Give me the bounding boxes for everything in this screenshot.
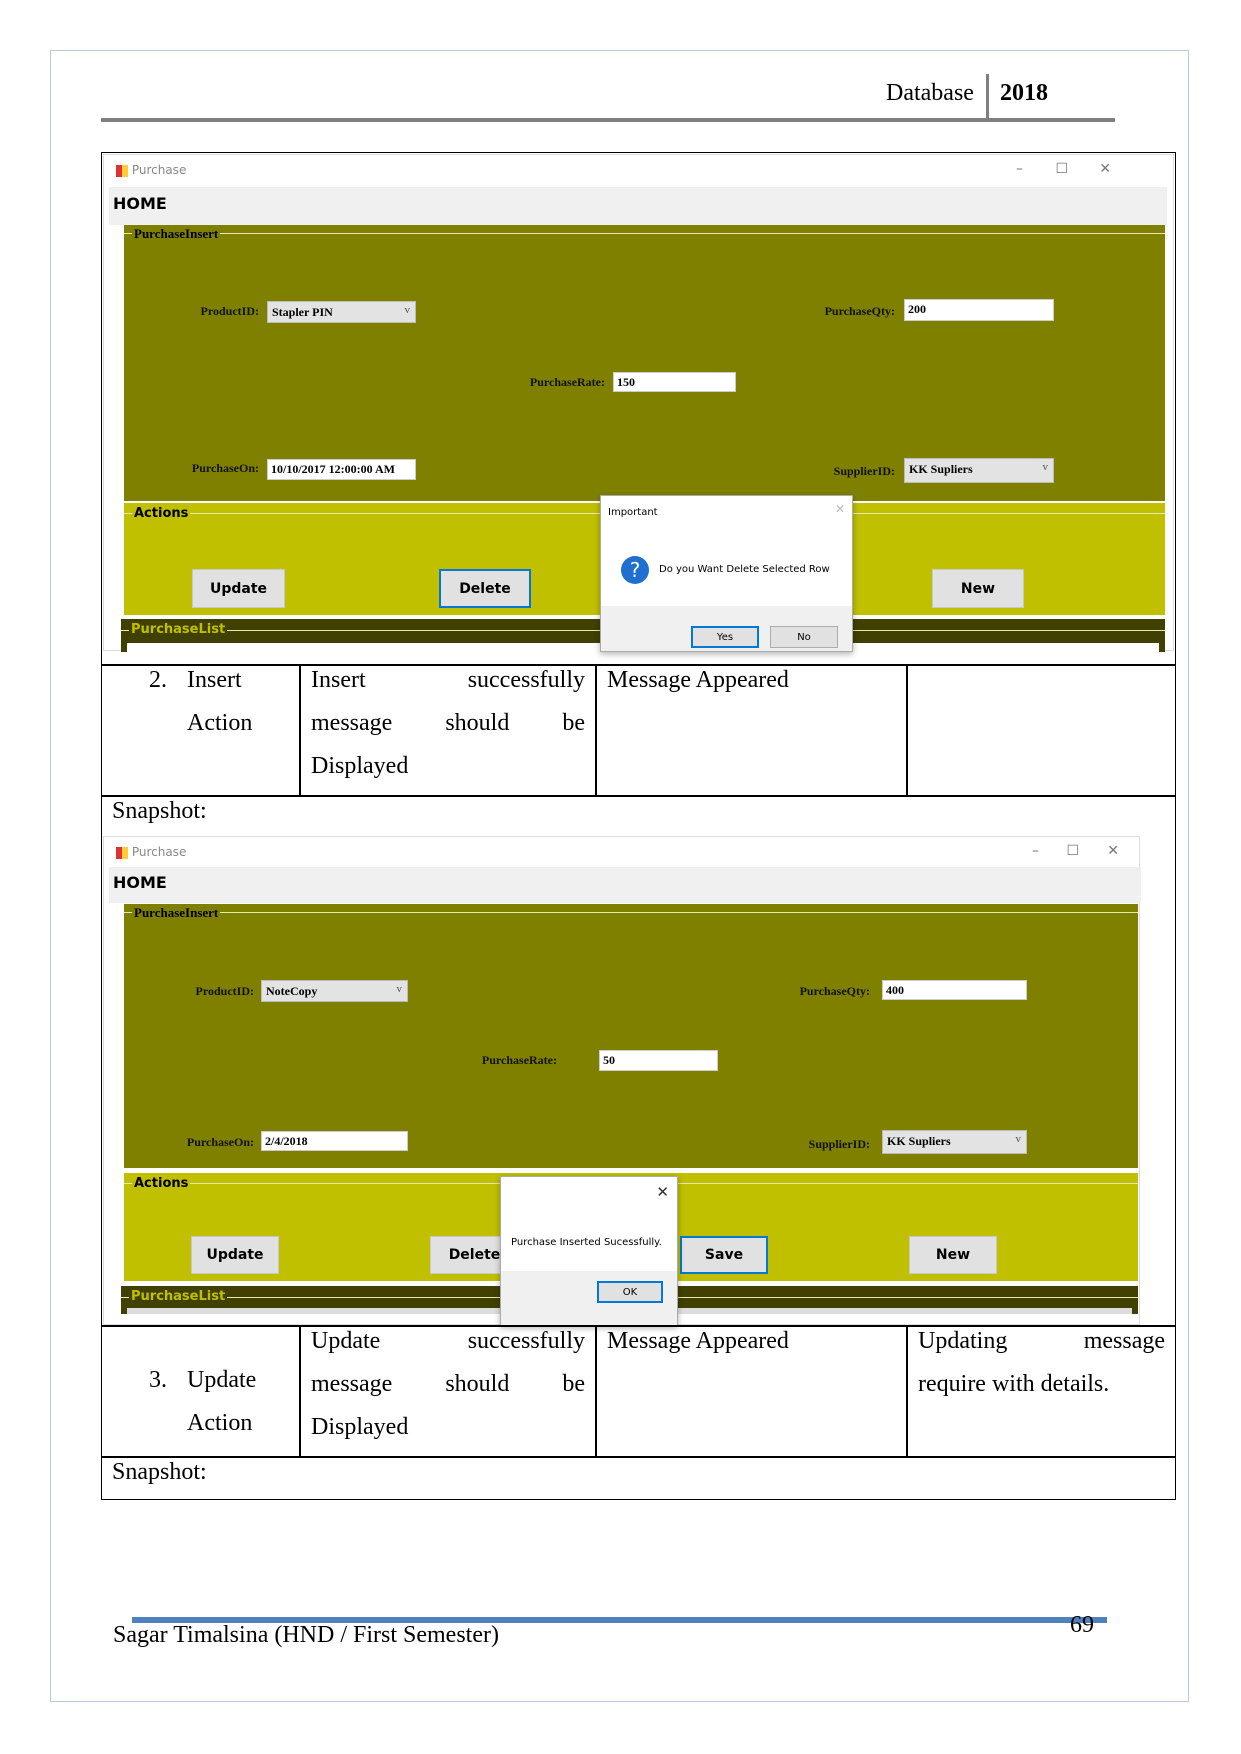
chevron-down-icon: v <box>1015 1133 1022 1145</box>
row-2-expected: Insert successfully message should be Displ… <box>311 667 585 779</box>
page-number: 69 <box>1070 1612 1094 1638</box>
minimize-icon[interactable]: – <box>1016 161 1023 177</box>
no-button[interactable]: No <box>770 626 838 648</box>
row-2-test-case: Insert Action <box>187 667 253 736</box>
purchase-insert-panel: PurchaseInsert ProductID: NoteCopy v Purc… <box>124 904 1138 1168</box>
delete-button[interactable]: Delete <box>439 569 531 608</box>
supplier-label: SupplierID: <box>808 1137 870 1151</box>
rate-label: PurchaseRate: <box>529 375 605 389</box>
confirm-dialog: Important ✕ ? Do you Want Delete Selecte… <box>600 495 853 652</box>
row-3-expected: Update successfully message should be Displ… <box>311 1328 585 1440</box>
new-button[interactable]: New <box>909 1236 997 1274</box>
supplier-label: SupplierID: <box>833 464 895 478</box>
close-icon[interactable]: ✕ <box>1107 843 1119 859</box>
header-separator <box>986 74 989 122</box>
supplier-combo[interactable]: KK Supliers v <box>882 1130 1027 1154</box>
chevron-down-icon: v <box>396 983 403 995</box>
qty-input[interactable]: 400 <box>882 980 1027 1000</box>
group-title: PurchaseList <box>129 1289 228 1304</box>
close-icon[interactable]: ✕ <box>1099 161 1111 177</box>
product-combo[interactable]: Stapler PIN v <box>267 301 416 323</box>
group-title: PurchaseList <box>129 622 228 637</box>
screenshot-insert-success: Purchase – ☐ ✕ HOME PurchaseInsert Produ… <box>103 836 1141 1326</box>
save-button[interactable]: Save <box>680 1236 768 1274</box>
window-title-bar: Purchase <box>116 163 186 177</box>
row-3-actual: Message Appeared <box>607 1328 789 1354</box>
question-icon: ? <box>621 556 649 584</box>
chevron-down-icon: v <box>1042 461 1049 473</box>
row-2-actual: Message Appeared <box>607 667 789 693</box>
update-button[interactable]: Update <box>191 1236 279 1274</box>
app-icon <box>116 164 128 177</box>
maximize-icon[interactable]: ☐ <box>1055 161 1068 177</box>
purchase-on-label: PurchaseOn: <box>186 1135 254 1149</box>
header-line <box>101 118 1115 122</box>
rate-input[interactable]: 50 <box>599 1050 718 1071</box>
qty-label: PurchaseQty: <box>799 984 870 998</box>
home-header: HOME <box>109 867 1141 903</box>
group-title: Actions <box>132 1176 191 1191</box>
dialog-title: Important <box>608 507 658 518</box>
rate-input[interactable]: 150 <box>613 372 736 392</box>
chevron-down-icon: v <box>404 304 411 316</box>
ok-button[interactable]: OK <box>597 1281 663 1303</box>
footer-author: Sagar Timalsina (HND / First Semester) <box>113 1622 499 1648</box>
home-header: HOME <box>109 187 1167 225</box>
update-button[interactable]: Update <box>192 569 285 608</box>
dialog-message: Do you Want Delete Selected Row <box>659 564 830 575</box>
purchase-on-input[interactable]: 2/4/2018 <box>261 1131 408 1151</box>
snapshot-label: Snapshot: <box>112 1459 207 1485</box>
product-label: ProductID: <box>195 984 254 998</box>
new-button[interactable]: New <box>932 569 1024 608</box>
window-title-bar: Purchase <box>116 845 186 859</box>
close-icon[interactable]: ✕ <box>835 502 845 516</box>
window-title: Purchase <box>131 845 187 859</box>
app-icon <box>116 846 128 859</box>
group-title: Actions <box>132 506 191 521</box>
qty-input[interactable]: 200 <box>904 299 1054 321</box>
minimize-icon[interactable]: – <box>1032 843 1039 859</box>
window-title: Purchase <box>131 163 187 177</box>
product-combo[interactable]: NoteCopy v <box>261 980 408 1002</box>
group-title: PurchaseInsert <box>132 226 221 242</box>
row-3-number: 3. <box>149 1367 167 1393</box>
purchase-insert-panel: PurchaseInsert ProductID: Stapler PIN v P… <box>124 225 1165 501</box>
product-label: ProductID: <box>200 304 259 318</box>
supplier-combo[interactable]: KK Supliers v <box>904 458 1054 483</box>
yes-button[interactable]: Yes <box>691 626 759 648</box>
qty-label: PurchaseQty: <box>824 304 895 318</box>
snapshot-label: Snapshot: <box>112 798 207 824</box>
purchase-on-label: PurchaseOn: <box>191 461 259 475</box>
header-year: 2018 <box>1000 80 1048 106</box>
row-3-test-case: Update Action <box>187 1367 257 1436</box>
screenshot-delete-dialog: Purchase – ☐ ✕ HOME PurchaseInsert Produ… <box>103 154 1174 652</box>
info-dialog: ✕ Purchase Inserted Sucessfully. OK <box>500 1176 678 1326</box>
purchase-on-input[interactable]: 10/10/2017 12:00:00 AM <box>267 459 416 480</box>
close-icon[interactable]: ✕ <box>656 1183 669 1201</box>
row-3-remarks: Updating message require with details. <box>918 1328 1165 1397</box>
rate-label: PurchaseRate: <box>481 1053 557 1067</box>
dialog-message: Purchase Inserted Sucessfully. <box>511 1237 662 1248</box>
row-2-number: 2. <box>149 667 167 693</box>
header-subject: Database <box>886 80 974 106</box>
group-title: PurchaseInsert <box>132 905 221 921</box>
maximize-icon[interactable]: ☐ <box>1066 843 1079 859</box>
